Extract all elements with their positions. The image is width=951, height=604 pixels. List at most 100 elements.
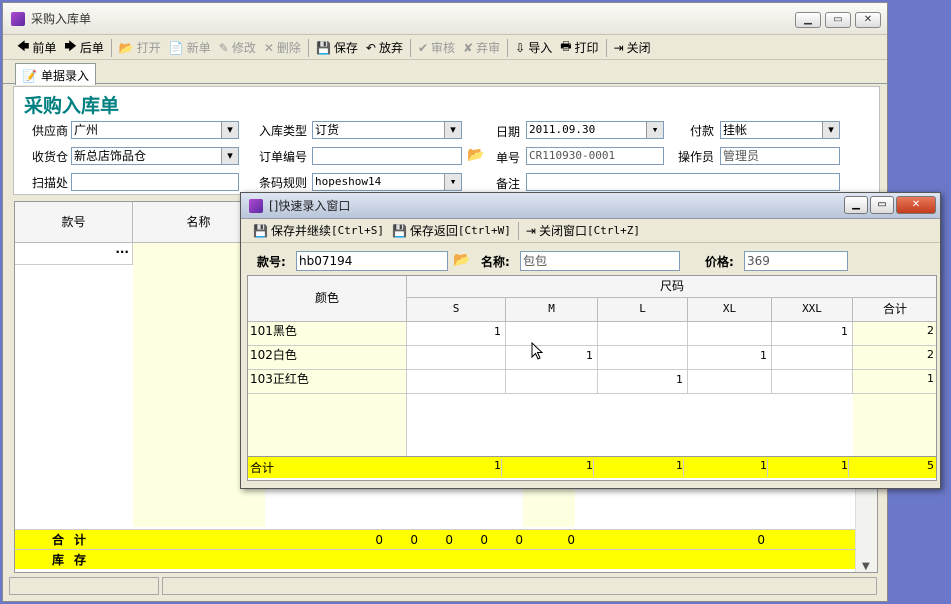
color-header: 颜色 (248, 276, 407, 322)
stock-row: 库存 (15, 549, 855, 569)
qty-cell[interactable]: 1 (598, 370, 688, 394)
warehouse-select[interactable]: 新总店饰品仓 (71, 147, 239, 165)
ellipsis-button[interactable]: ··· (115, 245, 129, 259)
toolbar-button-1[interactable]: 🡆 后单 (60, 37, 107, 59)
close-button[interactable]: ✕ (855, 12, 881, 28)
save-icon: 💾 (253, 223, 268, 238)
qty-cell[interactable] (772, 346, 853, 370)
status-bar (9, 577, 885, 597)
sum-row: 合计 0 0 0 0 0 0 0 (15, 529, 855, 549)
quick-entry-dialog: []快速录入窗口 ▁ ▭ ✕ 💾 保存并继续 [Ctrl+S] 💾 保存返回 [Ctrl+… (240, 192, 941, 489)
toolbar-button-4[interactable]: ✎ 修改 (215, 37, 260, 59)
tab-document-entry[interactable]: 📝 单据录入 (15, 63, 96, 85)
date-picker[interactable]: 2011.09.30 (526, 121, 664, 139)
barcode-rule-select[interactable]: hopeshow14 (312, 173, 462, 191)
remark-input[interactable] (526, 173, 840, 191)
toolbar-separator (110, 38, 112, 57)
size-header-S: S (407, 298, 506, 322)
order-no-label: 订单编号 (259, 150, 308, 164)
name-field: 包包 (520, 251, 680, 271)
qty-cell[interactable]: 1 (407, 322, 506, 346)
toolbar-button-10[interactable]: ⇩ 导入 (511, 37, 556, 59)
scan-input[interactable] (71, 173, 239, 191)
arrow-right-icon: 🡆 (64, 39, 77, 53)
row-total-cell: 1 (853, 370, 936, 394)
toolbar-button-9[interactable]: ✘ 弃审 (459, 37, 504, 59)
color-cell[interactable]: 103正红色 (248, 370, 407, 394)
exit-icon: ⇥ (613, 40, 624, 55)
dialog-close-button[interactable]: ✕ (896, 196, 936, 214)
qty-cell[interactable] (407, 346, 506, 370)
toolbar-button-label: 修改 (231, 41, 256, 55)
supplier-select[interactable]: 广州 (71, 121, 239, 139)
qty-cell[interactable] (598, 322, 688, 346)
qty-cell[interactable]: 1 (772, 322, 853, 346)
total-filler (853, 394, 936, 456)
dialog-maximize-button[interactable]: ▭ (870, 196, 894, 214)
qty-cell[interactable] (506, 322, 598, 346)
size-header-XL: XL (688, 298, 772, 322)
qty-cell[interactable] (407, 370, 506, 394)
toolbar-button-5[interactable]: ✕ 删除 (260, 37, 305, 59)
qty-cell[interactable]: 1 (506, 346, 598, 370)
dialog-button-0[interactable]: 💾 保存并继续 [Ctrl+S] (249, 220, 388, 242)
sum-value: 0 (445, 533, 453, 547)
toolbar-button-0[interactable]: 🡄 前单 (13, 37, 60, 59)
toolbar-button-8[interactable]: ✔ 审核 (414, 37, 459, 59)
toolbar-button-label: 打印 (574, 41, 599, 55)
new-doc-icon: 📄 (168, 40, 184, 55)
minimize-button[interactable]: ▁ (795, 12, 821, 28)
color-filler (248, 394, 407, 456)
grid-header-style-no[interactable]: 款号 (15, 202, 133, 243)
qty-cell[interactable] (688, 322, 772, 346)
qty-cell[interactable] (688, 370, 772, 394)
color-cell[interactable]: 102白色 (248, 346, 407, 370)
form-panel: 采购入库单 供应商 广州 入库类型 订货 日期 2011.09.30 付款 挂帐… (13, 86, 880, 195)
dialog-sum-label: 合计 (250, 461, 275, 475)
toolbar-button-11[interactable]: 🖶 打印 (556, 37, 602, 59)
row-total-cell: 2 (853, 322, 936, 346)
toolbar-separator (409, 38, 411, 57)
qty-cell[interactable] (506, 370, 598, 394)
toolbar-button-label: 删除 (276, 41, 301, 55)
dialog-button-1[interactable]: 💾 保存返回 [Ctrl+W] (388, 220, 515, 242)
payment-label: 付款 (690, 124, 715, 138)
title-bar: 采购入库单 ▁ ▭ ✕ (3, 3, 887, 35)
toolbar-button-label: 后单 (79, 41, 104, 55)
main-toolbar: 🡄 前单 🡆 后单 📂 打开 📄 新单 ✎ 修改 ✕ 删除 💾 保存 ↶ 放弃 ✔ 审核 ✘ 弃审 ⇩ 导入 🖶 打印 ⇥ 关闭 (3, 36, 887, 60)
inbound-type-select[interactable]: 订货 (312, 121, 462, 139)
qty-cell[interactable] (772, 370, 853, 394)
scroll-down-icon[interactable]: ▼ (862, 561, 870, 572)
dialog-button-2[interactable]: ⇥ 关闭窗口 [Ctrl+Z] (522, 220, 644, 242)
maximize-button[interactable]: ▭ (825, 12, 851, 28)
payment-select[interactable]: 挂帐 (720, 121, 840, 139)
color-cell[interactable]: 101黑色 (248, 322, 407, 346)
dialog-folder-open-icon[interactable]: 📂 (451, 251, 473, 271)
order-no-input[interactable] (312, 147, 462, 165)
save-return-icon: 💾 (391, 223, 407, 238)
dialog-sum-value: 1 (506, 459, 594, 477)
size-header-L: L (598, 298, 688, 322)
toolbar-button-2[interactable]: 📂 打开 (115, 37, 165, 59)
dialog-button-shortcut: [Ctrl+S] (330, 224, 384, 237)
import-icon: ⇩ (515, 40, 526, 55)
sum-value: 0 (410, 533, 418, 547)
qty-cell[interactable]: 1 (688, 346, 772, 370)
size-header-M: M (506, 298, 598, 322)
qty-cell[interactable] (598, 346, 688, 370)
operator-label: 操作员 (678, 150, 715, 164)
toolbar-button-3[interactable]: 📄 新单 (165, 37, 215, 59)
toolbar-separator (605, 38, 607, 57)
toolbar-button-7[interactable]: ↶ 放弃 (362, 37, 407, 59)
style-no-input[interactable]: hb07194 (296, 251, 448, 271)
dialog-sum-value: 1 (688, 459, 768, 477)
form-title: 采购入库单 (24, 95, 120, 117)
toolbar-button-label: 前单 (32, 41, 57, 55)
toolbar-button-12[interactable]: ⇥ 关闭 (610, 37, 655, 59)
grid-active-cell[interactable]: ··· (15, 243, 133, 265)
date-label: 日期 (496, 125, 521, 139)
folder-open-icon[interactable]: 📂 (465, 146, 487, 166)
toolbar-button-6[interactable]: 💾 保存 (312, 37, 362, 59)
dialog-minimize-button[interactable]: ▁ (844, 196, 868, 214)
edit-doc-icon: 📝 (22, 68, 37, 83)
